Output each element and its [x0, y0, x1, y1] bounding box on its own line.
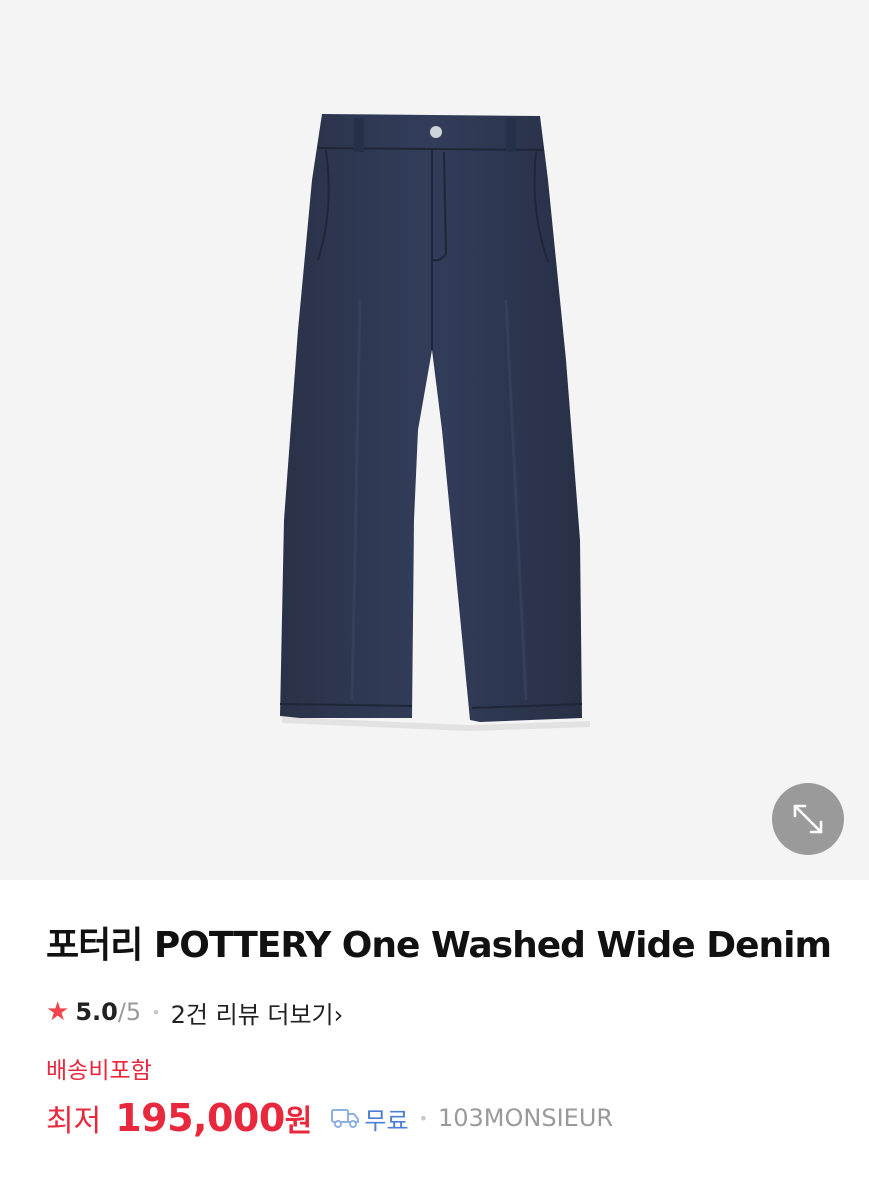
reviews-more-link[interactable]: 2건 리뷰 더보기› — [171, 995, 344, 1030]
price-row: 최저 195,000 원 무료 • 103MONSIEUR — [46, 1093, 836, 1143]
chevron-right-icon: › — [333, 1000, 344, 1029]
rating-row: ★ 5.0 /5 • 2건 리뷰 더보기› — [46, 993, 836, 1031]
expand-arrows-icon — [793, 804, 823, 834]
shipping-included-label: 배송비포함 — [46, 1058, 152, 1084]
product-title: 포터리 POTTERY One Washed Wide Denim — [46, 925, 832, 966]
shipping-cost: 무료 — [364, 1106, 409, 1135]
star-icon: ★ — [46, 997, 70, 1027]
product-info: 포터리 POTTERY One Washed Wide Denim ★ 5.0 … — [46, 918, 836, 1143]
product-image-gallery[interactable] — [0, 0, 869, 880]
rating-max: /5 — [117, 998, 142, 1026]
separator-dot: • — [151, 1002, 161, 1022]
rating-score: 5.0 — [75, 998, 118, 1026]
expand-image-button[interactable] — [772, 783, 844, 855]
price-value: 195,000 — [115, 1096, 285, 1140]
seller-name[interactable]: 103MONSIEUR — [438, 1104, 613, 1132]
reviews-more-label: 2건 리뷰 더보기 — [170, 1000, 334, 1029]
price-prefix: 최저 — [46, 1104, 102, 1139]
truck-icon — [330, 1106, 360, 1130]
separator-dot: • — [418, 1108, 428, 1128]
jeans-icon — [279, 114, 591, 732]
price-unit: 원 — [284, 1104, 313, 1139]
